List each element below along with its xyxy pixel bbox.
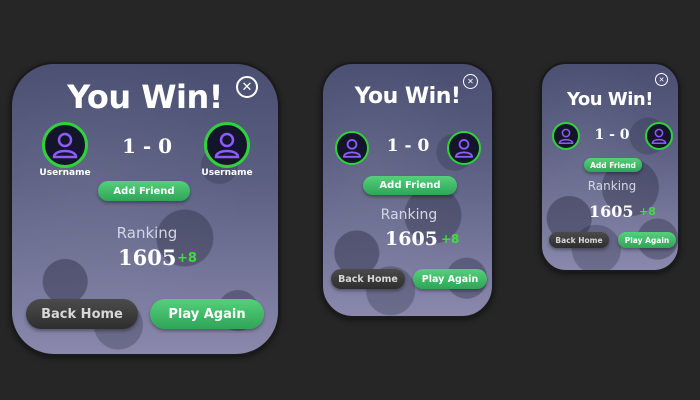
- user-avatar-icon: [455, 139, 473, 158]
- user-avatar-icon: [558, 128, 574, 144]
- player-right-username: Username: [201, 168, 253, 178]
- win-dialog-large: You Win! ✕ Username 1 - 0 Username Add F…: [10, 62, 280, 356]
- player-right-avatar: [447, 131, 481, 165]
- ranking-value: 1605: [118, 245, 177, 270]
- win-title: You Win!: [567, 89, 653, 110]
- user-avatar-icon: [52, 132, 78, 159]
- player-right-avatar: [204, 122, 250, 168]
- ranking-delta: +8: [639, 205, 656, 218]
- ranking-value: 1605: [385, 228, 438, 250]
- ranking-delta: +8: [177, 251, 197, 266]
- player-left-avatar: [552, 122, 580, 150]
- back-home-button[interactable]: Back Home: [331, 269, 405, 289]
- play-again-button[interactable]: Play Again: [413, 269, 487, 289]
- win-dialog-small: You Win! ✕ 1 - 0 Add Friend Ranking 1605…: [540, 62, 680, 272]
- ranking-value: 1605: [589, 202, 634, 221]
- ranking-delta: +8: [441, 232, 460, 246]
- user-avatar-icon: [343, 139, 361, 158]
- player-left-avatar: [42, 122, 88, 168]
- win-dialog-medium: You Win! ✕ 1 - 0 Add Friend Ranking 1605…: [321, 62, 494, 318]
- close-icon[interactable]: ✕: [236, 76, 258, 98]
- play-again-button[interactable]: Play Again: [618, 232, 676, 248]
- user-avatar-icon: [651, 128, 667, 144]
- ranking-label: Ranking: [380, 207, 438, 223]
- player-left-username: Username: [39, 168, 91, 178]
- close-icon[interactable]: ✕: [655, 73, 668, 86]
- back-home-button[interactable]: Back Home: [26, 299, 138, 329]
- player-right-avatar: [645, 122, 673, 150]
- back-home-button[interactable]: Back Home: [549, 232, 609, 248]
- match-score: 1 - 0: [594, 127, 630, 143]
- add-friend-button[interactable]: Add Friend: [584, 158, 642, 172]
- user-avatar-icon: [214, 132, 240, 159]
- match-score: 1 - 0: [121, 134, 173, 158]
- add-friend-button[interactable]: Add Friend: [98, 181, 190, 201]
- player-left-avatar: [335, 131, 369, 165]
- close-icon[interactable]: ✕: [463, 74, 478, 89]
- play-again-button[interactable]: Play Again: [150, 299, 264, 329]
- ranking-label: Ranking: [116, 224, 178, 242]
- add-friend-button[interactable]: Add Friend: [363, 176, 457, 195]
- ranking-label: Ranking: [587, 179, 637, 193]
- match-score: 1 - 0: [386, 136, 430, 156]
